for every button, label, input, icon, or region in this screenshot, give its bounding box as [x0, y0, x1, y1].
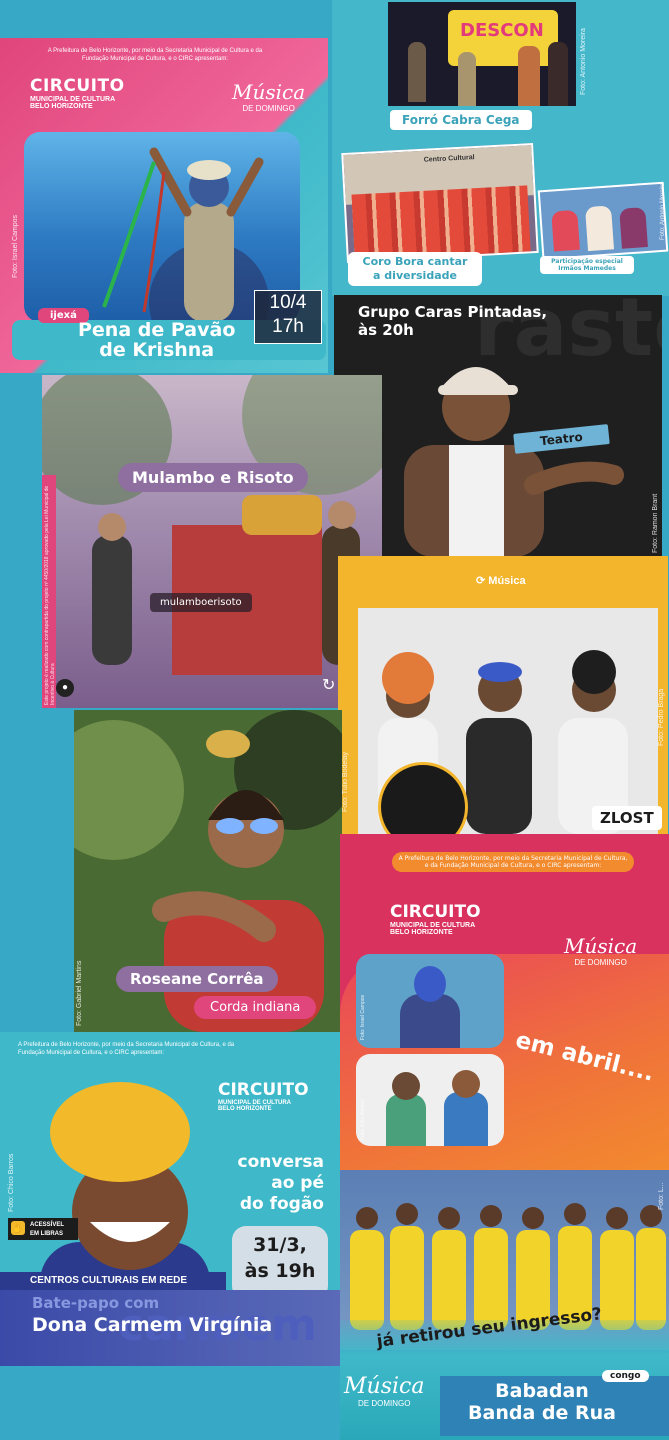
music-icon: ⟳ [476, 575, 486, 587]
mulambo-title: Mulambo e Risoto [118, 463, 308, 492]
musica-title: Música [344, 1374, 425, 1399]
poster-roseane[interactable]: Foto: Gabriel Martins Roseane Corrêa Cor… [74, 710, 342, 1032]
musica-sub: DE DOMINGO [358, 1399, 411, 1408]
accessible-badge: ✋ ACESSÍVEL EM LIBRAS [8, 1218, 78, 1240]
event-title: Pena de Pavão de Krishna [78, 320, 235, 360]
date-box: 31/3, às 19h [232, 1226, 328, 1300]
photo-credit: Foto: Israel Campos [360, 994, 366, 1040]
artist-photo-1 [356, 954, 504, 1048]
guest-name: Dona Carmem Virgínia [32, 1314, 273, 1336]
headline-line: do fogão [239, 1194, 324, 1214]
musica-sub: DE DOMINGO [574, 958, 627, 967]
event-date: 31/3, [253, 1234, 307, 1256]
circuito-logo: CIRCUITO MUNICIPAL DE CULTURA BELO HORIZ… [218, 1080, 309, 1112]
musica-sub: DE DOMINGO [242, 104, 295, 113]
poster-caras-pintadas[interactable]: rasteira Grupo Caras Pintadas, às 20h Te… [334, 295, 662, 557]
hands-icon: ✋ [11, 1221, 25, 1235]
event-title: Babadan Banda de Rua [452, 1380, 632, 1424]
performer-name: Roseane Corrêa [116, 966, 278, 992]
brand-sub: BELO HORIZONTE [390, 929, 453, 936]
title-line: de Krishna [99, 339, 215, 361]
special-line: Participação especial [551, 258, 623, 265]
presenter-text: A Prefeitura de Belo Horizonte, por meio… [47, 48, 263, 62]
network-bar: CENTROS CULTURAIS EM REDE [0, 1272, 226, 1290]
musica-title: Música [564, 934, 638, 958]
brand-sub: BELO HORIZONTE [30, 103, 93, 110]
photo-credit: Foto: Pedro Braga [658, 688, 665, 746]
accessible-line: ACESSÍVEL [30, 1222, 65, 1228]
presenter-text: A Prefeitura de Belo Horizonte, por meio… [392, 852, 634, 872]
poster-forro-coro[interactable]: DESCON Foto: Antonio Moreira Forró Cabra… [332, 0, 669, 296]
refresh-icon[interactable]: ↻ [322, 675, 335, 695]
photo-credit: Foto: Gabriel Martins [76, 960, 83, 1026]
poster-pena-de-pavao[interactable]: A Prefeitura de Belo Horizonte, por meio… [0, 38, 328, 373]
photo-credit: Foto: Túlio Bodelay [342, 751, 349, 812]
brand-sub: BELO HORIZONTE [218, 1106, 272, 1112]
photo-credit: Foto: Antonio Moreira [660, 182, 666, 240]
circuito-logo: CIRCUITO MUNICIPAL DE CULTURA BELO HORIZ… [30, 76, 125, 110]
performer-subtitle: Corda indiana [194, 996, 317, 1019]
title-line: Banda de Rua [468, 1402, 616, 1424]
stage-illustration [42, 375, 382, 675]
coro-label: Coro Bora cantar a diversidade [348, 252, 482, 286]
brand-title: CIRCUITO [30, 76, 125, 96]
coro-photo: Centro Cultural [341, 143, 539, 263]
presenter-text: A Prefeitura de Belo Horizonte, por meio… [18, 1042, 235, 1056]
poster-em-abril[interactable]: A Prefeitura de Belo Horizonte, por meio… [340, 834, 669, 1170]
event-date: 10/4 [269, 292, 307, 313]
brand-title: CIRCUITO [390, 902, 481, 922]
photo-credit: Foto: L... [658, 1182, 665, 1210]
special-line: Irmãos Mamedes [558, 265, 616, 272]
special-label: Participação especial Irmãos Mamedes [540, 256, 634, 274]
coro-line: a diversidade [373, 269, 457, 282]
headline-line: ao pé [271, 1173, 324, 1193]
banner-text: DESCON [460, 20, 544, 41]
photo-credit: Foto: Chico Barros [8, 1153, 15, 1212]
headline: conversa ao pé do fogão [224, 1152, 324, 1215]
user-icon[interactable]: ● [56, 679, 74, 697]
title-line: Pena de Pavão [78, 319, 236, 341]
brand-title: CIRCUITO [218, 1080, 309, 1100]
headline-line: conversa [237, 1152, 324, 1172]
title-line: Babadan [495, 1380, 589, 1402]
brand-sub: MUNICIPAL DE CULTURA [390, 922, 476, 929]
subtitle: Bate-papo com [32, 1294, 160, 1312]
poster-mulambo-risoto[interactable]: Este projeto é realizado com contraparti… [42, 375, 382, 708]
photo-credit: Foto: Antonio Moreira [580, 28, 587, 95]
band-name: ZLOST [592, 806, 662, 830]
performer-photo [404, 367, 624, 557]
musica-logo: Música DE DOMINGO [564, 934, 637, 967]
event-title: Grupo Caras Pintadas, às 20h [358, 303, 547, 339]
band-photo: DESCON [388, 2, 576, 106]
special-photo [537, 181, 669, 261]
instagram-handle[interactable]: mulamboerisoto [150, 593, 252, 612]
photo-credit: Foto: Israel Campos [12, 214, 19, 278]
poster-zlost[interactable]: ⟳ Música Foto: Túlio Bodelay Foto: Pedro… [338, 556, 668, 834]
musica-logo: Música DE DOMINGO [232, 80, 305, 113]
coro-line: Coro Bora cantar [362, 255, 468, 268]
poster-babadan[interactable]: Foto: L... já retirou seu ingresso? Músi… [340, 1170, 669, 1440]
artist-photo-2 [356, 1054, 504, 1146]
photo-credit: Foto: Ramon Brant [652, 493, 659, 553]
music-category: ⟳ Música [476, 574, 526, 587]
musica-logo: Música DE DOMINGO [344, 1374, 424, 1408]
musica-title: Música [232, 80, 306, 104]
forro-label: Forró Cabra Cega [390, 110, 532, 130]
brand-sub: MUNICIPAL DE CULTURA [30, 96, 116, 103]
side-text: Este projeto é realizado com contraparti… [44, 485, 56, 705]
date-box: 10/4 17h [254, 290, 322, 344]
event-time: 17h [272, 316, 304, 337]
event-time: às 19h [244, 1260, 316, 1282]
poster-carmem[interactable]: A Prefeitura de Belo Horizonte, por meio… [0, 1032, 340, 1366]
category-label: Música [488, 575, 526, 587]
photo-credit: Foto: Julia Gomes [360, 1099, 366, 1140]
accessible-line: EM LIBRAS [30, 1231, 63, 1237]
title-line: Grupo Caras Pintadas, [358, 303, 548, 321]
circuito-logo: CIRCUITO MUNICIPAL DE CULTURA BELO HORIZ… [390, 902, 481, 936]
